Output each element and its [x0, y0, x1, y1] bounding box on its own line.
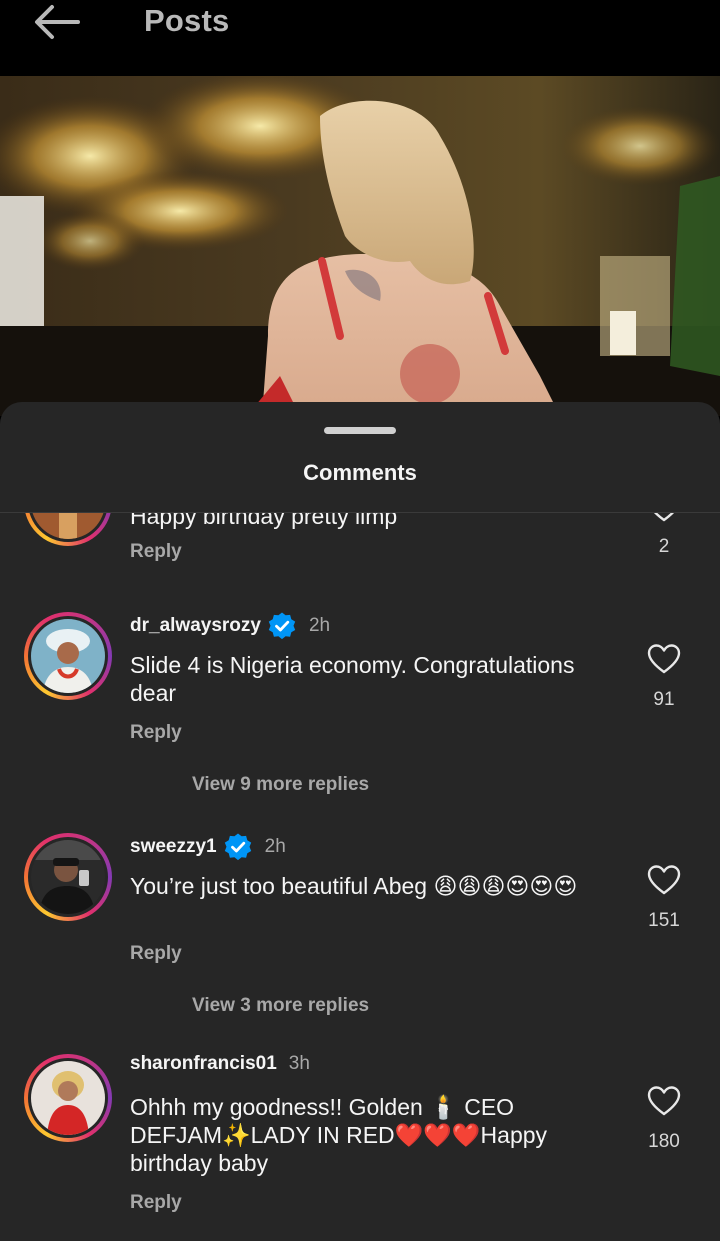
comment-time: 2h	[264, 836, 286, 857]
username[interactable]: dr_alwaysrozy	[130, 615, 261, 637]
like-button[interactable]	[643, 862, 685, 898]
like-button[interactable]	[643, 641, 685, 677]
like-count: 2	[658, 536, 670, 557]
comment-text: You’re just too beautiful Abeg 😩😩😩😍😍😍	[130, 873, 578, 899]
heart-icon	[653, 513, 675, 522]
avatar[interactable]	[24, 1054, 112, 1142]
comment-text: Slide 4 is Nigeria economy. Congratulati…	[130, 652, 575, 706]
heart-icon	[647, 644, 681, 674]
reply-button[interactable]: Reply	[130, 1192, 182, 1214]
heart-icon	[647, 865, 681, 895]
reply-button[interactable]: Reply	[130, 541, 182, 563]
reply-button[interactable]: Reply	[130, 943, 182, 965]
username[interactable]: sharonfrancis01	[130, 1053, 277, 1075]
comment-header: sharonfrancis01 3h	[130, 1053, 310, 1075]
avatar[interactable]	[24, 612, 112, 700]
verified-badge-icon	[223, 832, 253, 862]
comment-time: 2h	[308, 615, 331, 636]
view-more-replies[interactable]: View 9 more replies	[192, 774, 369, 796]
page-title: Posts	[144, 3, 230, 38]
like-count: 180	[648, 1131, 680, 1152]
like-count: 151	[648, 910, 680, 931]
comment-text: Ohhh my goodness!! Golden 🕯️ CEO DEFJAM✨…	[130, 1094, 548, 1176]
avatar[interactable]	[24, 513, 112, 546]
heart-icon	[647, 1086, 681, 1116]
like-count: 91	[653, 689, 675, 710]
comment-text: Happy birthday pretty limp	[130, 513, 398, 529]
avatar[interactable]	[24, 833, 112, 921]
comment-time: 3h	[288, 1053, 310, 1074]
comments-list[interactable]: Happy birthday pretty limp Reply 2 dr_al…	[0, 513, 720, 1241]
username[interactable]: sweezzy1	[130, 836, 217, 858]
comment-header: sweezzy1 2h	[130, 832, 286, 862]
arrow-left-icon	[35, 5, 80, 39]
drag-handle[interactable]	[324, 427, 396, 434]
top-bar: Posts	[0, 0, 720, 76]
verified-badge-icon	[267, 611, 297, 641]
comment-header: dr_alwaysrozy 2h	[130, 611, 330, 641]
view-more-replies[interactable]: View 3 more replies	[192, 995, 369, 1017]
comments-sheet: Comments Happy birthday pretty limp Repl…	[0, 402, 720, 1241]
like-button[interactable]	[643, 513, 685, 525]
back-button[interactable]	[28, 2, 84, 42]
like-button[interactable]	[643, 1083, 685, 1119]
post-image[interactable]	[0, 76, 720, 416]
reply-button[interactable]: Reply	[130, 722, 182, 744]
sheet-title: Comments	[303, 460, 417, 485]
